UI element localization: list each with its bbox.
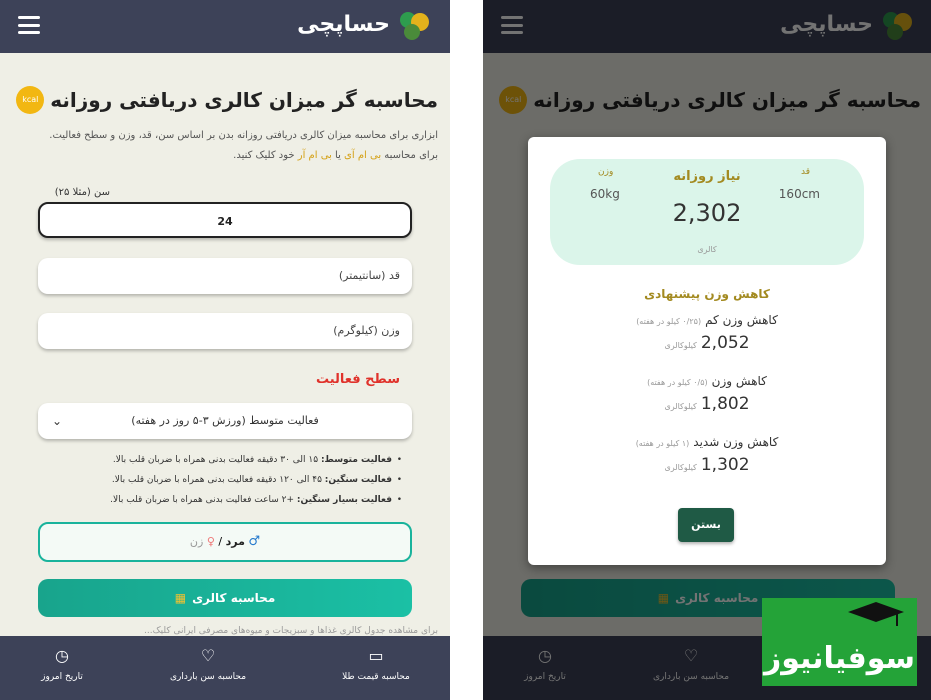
- suggestion-unit: کیلوکالری: [664, 341, 697, 350]
- description-line: ابزاری برای محاسبه میزان کالری دریافتی ر…: [49, 130, 438, 141]
- note-title: فعالیت سنگین:: [324, 475, 392, 485]
- daily-need-title: نیاز روزانه: [673, 169, 741, 184]
- suggestion-item: کاهش وزن کم(۰/۲۵ کیلو در هفته) 2,052کیلو…: [568, 313, 846, 353]
- calendar-icon: ◷: [55, 646, 69, 665]
- calculate-button[interactable]: محاسبه کالری ▦: [38, 579, 412, 617]
- heart-pulse-icon: ♡: [200, 646, 216, 665]
- calculator-screen: حساپچی محاسبه گر میزان کالری دریافتی روز…: [0, 0, 450, 700]
- result-screen: حساپچی محاسبه گر میزان کالری دریافتی روز…: [483, 0, 931, 700]
- daily-need-card: وزن 60kg قد 160cm نیاز روزانه 2,302 کالر…: [550, 159, 864, 265]
- calculate-label: محاسبه کالری: [192, 591, 276, 605]
- page-title: محاسبه گر میزان کالری دریافتی روزانه: [50, 88, 438, 112]
- nav-today-date[interactable]: ◷ تاریخ امروز: [2, 646, 122, 682]
- description-suffix: خود کلیک کنید.: [233, 150, 295, 161]
- description-or: یا: [335, 150, 341, 161]
- menu-icon[interactable]: [18, 16, 40, 34]
- close-button[interactable]: بستن: [678, 508, 734, 542]
- age-label: سن (مثلا ۲۵): [54, 187, 110, 198]
- weight-input[interactable]: وزن (کیلوگرم): [38, 313, 412, 349]
- nav-label: تاریخ امروز: [41, 672, 83, 682]
- suggestion-label: کاهش وزن: [711, 374, 767, 388]
- suggestion-label-row: کاهش وزن شدید(۱ کیلو در هفته): [568, 435, 846, 449]
- description-prefix: برای محاسبه: [384, 150, 438, 161]
- suggestion-unit: کیلوکالری: [664, 463, 697, 472]
- suggestion-label: کاهش وزن کم: [705, 313, 778, 327]
- suggestion-value-row: 2,052کیلوکالری: [568, 333, 846, 353]
- nav-gold-price[interactable]: ▭ محاسبه قیمت طلا: [316, 646, 436, 682]
- suggestion-value: 1,802: [700, 394, 750, 414]
- kcal-badge-icon: kcal: [16, 86, 45, 114]
- nav-pregnancy-age[interactable]: ♡ محاسبه سن بارداری: [148, 646, 268, 682]
- suggestion-label-row: کاهش وزن کم(۰/۲۵ کیلو در هفته): [568, 313, 846, 327]
- description-links: برای محاسبه بی ام آی یا بی ام آر خود کلی…: [10, 146, 438, 166]
- wallet-icon: ▭: [368, 646, 384, 665]
- nav-label: محاسبه سن بارداری: [169, 672, 247, 682]
- suggestion-value-row: 1,302کیلوکالری: [568, 455, 846, 475]
- footnote-text: برای مشاهده جدول کالری غذاها و سبزیجات و…: [143, 626, 438, 636]
- nav-label: محاسبه قیمت طلا: [342, 672, 410, 682]
- suggestion-value: 2,052: [700, 333, 750, 353]
- note-text: ۱۵ الی ۳۰ دقیقه فعالیت بدنی همراه با ضرب…: [112, 455, 319, 465]
- suggestion-note: (۰/۲۵ کیلو در هفته): [636, 317, 702, 326]
- suggestion-unit: کیلوکالری: [664, 402, 697, 411]
- bmi-link[interactable]: بی ام آی: [344, 150, 381, 161]
- note-text: ۴۵ الی ۱۲۰ دقیقه فعالیت بدنی همراه با ضر…: [111, 475, 322, 485]
- chevron-down-icon: ⌄: [52, 414, 63, 428]
- suggestion-label-row: کاهش وزن(۰/۵ کیلو در هفته): [568, 374, 846, 388]
- female-icon: ♀: [206, 535, 215, 548]
- suggestion-note: (۱ کیلو در هفته): [635, 439, 690, 448]
- activity-note: فعالیت متوسط: ۱۵ الی ۳۰ دقیقه فعالیت بدن…: [72, 450, 402, 470]
- page-description: ابزاری برای محاسبه میزان کالری دریافتی ر…: [10, 126, 438, 166]
- graduation-cap-icon: [848, 602, 904, 626]
- result-modal: وزن 60kg قد 160cm نیاز روزانه 2,302 کالر…: [528, 137, 886, 565]
- suggested-loss-title: کاهش وزن پیشنهادی: [644, 287, 770, 301]
- watermark-text: سوفیانیوز: [763, 641, 916, 676]
- screenshot-composite: حساپچی محاسبه گر میزان کالری دریافتی روز…: [0, 0, 931, 700]
- activity-selected-value: فعالیت متوسط (ورزش ۳-۵ روز در هفته): [131, 414, 319, 427]
- activity-section-title: سطح فعالیت: [315, 372, 400, 387]
- gender-toggle[interactable]: ♂ مرد / ♀ زن: [38, 522, 412, 562]
- daily-need-value: 2,302: [672, 199, 742, 227]
- activity-note: فعالیت بسیار سنگین: +۲ ساعت فعالیت بدنی …: [72, 490, 402, 510]
- activity-notes: فعالیت متوسط: ۱۵ الی ۳۰ دقیقه فعالیت بدن…: [72, 450, 402, 510]
- note-text: +۲ ساعت فعالیت بدنی همراه با ضربان قلب ب…: [110, 495, 295, 505]
- suggestion-label: کاهش وزن شدید: [693, 435, 779, 449]
- height-input[interactable]: قد (سانتیمتر): [38, 258, 412, 294]
- age-input[interactable]: 24: [38, 202, 412, 238]
- calculator-icon: ▦: [174, 591, 187, 605]
- gender-male[interactable]: مرد: [226, 535, 245, 548]
- daily-need-unit: کالری: [697, 245, 717, 254]
- suggestion-item: کاهش وزن(۰/۵ کیلو در هفته) 1,802کیلوکالر…: [568, 374, 846, 414]
- note-title: فعالیت بسیار سنگین:: [296, 495, 392, 505]
- watermark-logo: سوفیانیوز: [762, 598, 917, 686]
- activity-note: فعالیت سنگین: ۴۵ الی ۱۲۰ دقیقه فعالیت بد…: [72, 470, 402, 490]
- gender-separator: /: [218, 535, 223, 548]
- logo-mark-icon: [400, 12, 429, 40]
- suggestion-item: کاهش وزن شدید(۱ کیلو در هفته) 1,302کیلوک…: [568, 435, 846, 475]
- suggestion-note: (۰/۵ کیلو در هفته): [647, 378, 708, 387]
- brand-name: حساپچی: [297, 12, 390, 37]
- brand-logo[interactable]: حساپچی: [297, 8, 438, 44]
- activity-select[interactable]: فعالیت متوسط (ورزش ۳-۵ روز در هفته) ⌄: [38, 403, 412, 439]
- male-icon: ♂: [248, 534, 261, 549]
- bmr-link[interactable]: بی ام آر: [298, 150, 332, 161]
- suggestion-value: 1,302: [700, 455, 750, 475]
- bottom-nav: ◷ تاریخ امروز ♡ محاسبه سن بارداری ▭ محاس…: [0, 636, 450, 700]
- gender-female[interactable]: زن: [190, 535, 203, 548]
- note-title: فعالیت متوسط:: [320, 455, 392, 465]
- page-title-row: محاسبه گر میزان کالری دریافتی روزانهkcal: [8, 86, 438, 116]
- top-bar: حساپچی: [0, 0, 450, 53]
- suggestion-value-row: 1,802کیلوکالری: [568, 394, 846, 414]
